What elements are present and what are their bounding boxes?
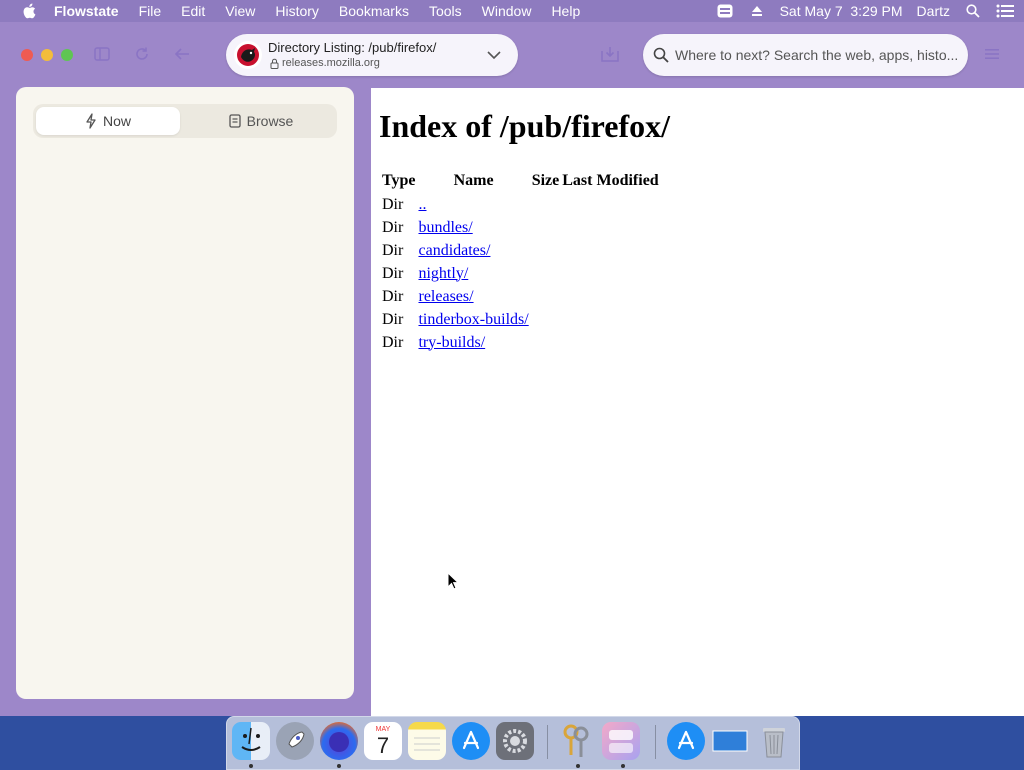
column-header-type[interactable]: Type bbox=[382, 169, 415, 193]
menu-tools[interactable]: Tools bbox=[429, 0, 462, 22]
calendar-day: 7 bbox=[376, 732, 390, 758]
search-icon bbox=[653, 47, 669, 63]
table-row: Dir candidates/ bbox=[382, 239, 659, 262]
table-row: Dir nightly/ bbox=[382, 262, 659, 285]
row-type: Dir bbox=[382, 310, 404, 328]
table-row: Dir bundles/ bbox=[382, 216, 659, 239]
window-controls bbox=[21, 49, 73, 61]
site-favicon-icon bbox=[234, 41, 262, 69]
directory-link-try-builds[interactable]: try-builds/ bbox=[418, 334, 485, 351]
hamburger-menu-icon[interactable] bbox=[980, 42, 1004, 66]
directory-link-candidates[interactable]: candidates/ bbox=[418, 242, 490, 259]
reload-icon[interactable] bbox=[130, 42, 154, 66]
row-type: Dir bbox=[382, 195, 404, 213]
row-type: Dir bbox=[382, 241, 404, 259]
table-row: Dir .. bbox=[382, 193, 659, 216]
menubar-user[interactable]: Dartz bbox=[917, 3, 950, 19]
directory-link-nightly[interactable]: nightly/ bbox=[418, 265, 468, 282]
notes-icon[interactable] bbox=[408, 722, 446, 760]
table-row: Dir tinderbox-builds/ bbox=[382, 308, 659, 331]
lightning-icon bbox=[86, 113, 96, 129]
tab-browse-label: Browse bbox=[246, 113, 294, 129]
tab-title: Directory Listing: /pub/firefox/ bbox=[268, 40, 437, 55]
tab-browse[interactable]: Browse bbox=[187, 107, 335, 135]
menu-bookmarks[interactable]: Bookmarks bbox=[339, 0, 409, 22]
status-app-icon[interactable] bbox=[716, 3, 734, 19]
back-arrow-icon[interactable] bbox=[170, 42, 194, 66]
minimize-window-button[interactable] bbox=[41, 49, 53, 61]
control-center-icon[interactable] bbox=[996, 3, 1014, 19]
menu-view[interactable]: View bbox=[225, 0, 255, 22]
url-host-row: releases.mozilla.org bbox=[270, 57, 380, 69]
menu-app-name[interactable]: Flowstate bbox=[54, 0, 119, 22]
flowstate-app-icon[interactable] bbox=[602, 722, 640, 760]
keychain-access-keys-icon[interactable] bbox=[557, 722, 595, 760]
sidebar-toggle-icon[interactable] bbox=[90, 42, 114, 66]
row-type: Dir bbox=[382, 218, 404, 236]
launchpad-rocket-icon[interactable] bbox=[276, 722, 314, 760]
row-type: Dir bbox=[382, 333, 404, 351]
search-bar[interactable] bbox=[643, 34, 968, 76]
menubar-clock[interactable]: Sat May 7 3:29 PM bbox=[780, 3, 903, 19]
sidebar-segmented-control: Now Browse bbox=[33, 104, 337, 138]
calendar-icon[interactable]: MAY 7 bbox=[364, 722, 402, 760]
table-row: Dir try-builds/ bbox=[382, 331, 659, 354]
web-content: Index of /pub/firefox/ Type Name Size La… bbox=[371, 88, 1024, 716]
mouse-pointer-icon bbox=[447, 572, 459, 590]
lock-icon bbox=[270, 58, 279, 69]
column-header-name[interactable]: Name bbox=[418, 169, 528, 193]
directory-link-tinderbox-builds[interactable]: tinderbox-builds/ bbox=[418, 311, 528, 328]
row-type: Dir bbox=[382, 287, 404, 305]
apple-menu-icon[interactable] bbox=[20, 2, 38, 20]
trash-icon[interactable] bbox=[755, 722, 793, 760]
zoom-window-button[interactable] bbox=[61, 49, 73, 61]
directory-link-bundles[interactable]: bundles/ bbox=[418, 219, 472, 236]
search-input[interactable] bbox=[675, 44, 965, 66]
tab-now-label: Now bbox=[102, 113, 131, 129]
document-icon bbox=[229, 114, 241, 128]
table-row: Dir releases/ bbox=[382, 285, 659, 308]
page-title: Index of /pub/firefox/ bbox=[379, 108, 670, 144]
menu-window[interactable]: Window bbox=[482, 0, 532, 22]
menu-edit[interactable]: Edit bbox=[181, 0, 205, 22]
directory-listing-table: Type Name Size Last Modified Dir .. Dir … bbox=[379, 169, 662, 354]
menu-history[interactable]: History bbox=[275, 0, 319, 22]
close-window-button[interactable] bbox=[21, 49, 33, 61]
column-header-size[interactable]: Size bbox=[532, 169, 560, 193]
firefox-icon[interactable] bbox=[320, 722, 358, 760]
url-host: releases.mozilla.org bbox=[282, 57, 380, 69]
row-type: Dir bbox=[382, 264, 404, 282]
chevron-down-icon[interactable] bbox=[486, 47, 502, 63]
tab-now[interactable]: Now bbox=[36, 107, 180, 135]
menu-bar: Flowstate File Edit View History Bookmar… bbox=[0, 0, 1024, 22]
finder-icon[interactable] bbox=[232, 722, 270, 760]
app-store-icon[interactable] bbox=[452, 722, 490, 760]
system-preferences-gear-icon[interactable] bbox=[496, 722, 534, 760]
dock: MAY 7 bbox=[226, 716, 800, 770]
spotlight-search-icon[interactable] bbox=[964, 3, 982, 19]
table-header-row: Type Name Size Last Modified bbox=[382, 169, 659, 193]
address-bar[interactable]: Directory Listing: /pub/firefox/ release… bbox=[226, 34, 518, 76]
parent-directory-link[interactable]: .. bbox=[418, 196, 426, 213]
sidebar-panel: Now Browse bbox=[16, 87, 354, 699]
save-to-tray-icon[interactable] bbox=[598, 42, 622, 66]
app-store-downloads-icon[interactable] bbox=[667, 722, 705, 760]
column-header-last-modified[interactable]: Last Modified bbox=[562, 169, 658, 193]
eject-icon[interactable] bbox=[748, 3, 766, 19]
screen-thumbnail-icon[interactable] bbox=[711, 722, 749, 760]
menu-file[interactable]: File bbox=[139, 0, 162, 22]
browser-window: Directory Listing: /pub/firefox/ release… bbox=[0, 22, 1024, 716]
menu-help[interactable]: Help bbox=[551, 0, 580, 22]
directory-link-releases[interactable]: releases/ bbox=[418, 288, 473, 305]
